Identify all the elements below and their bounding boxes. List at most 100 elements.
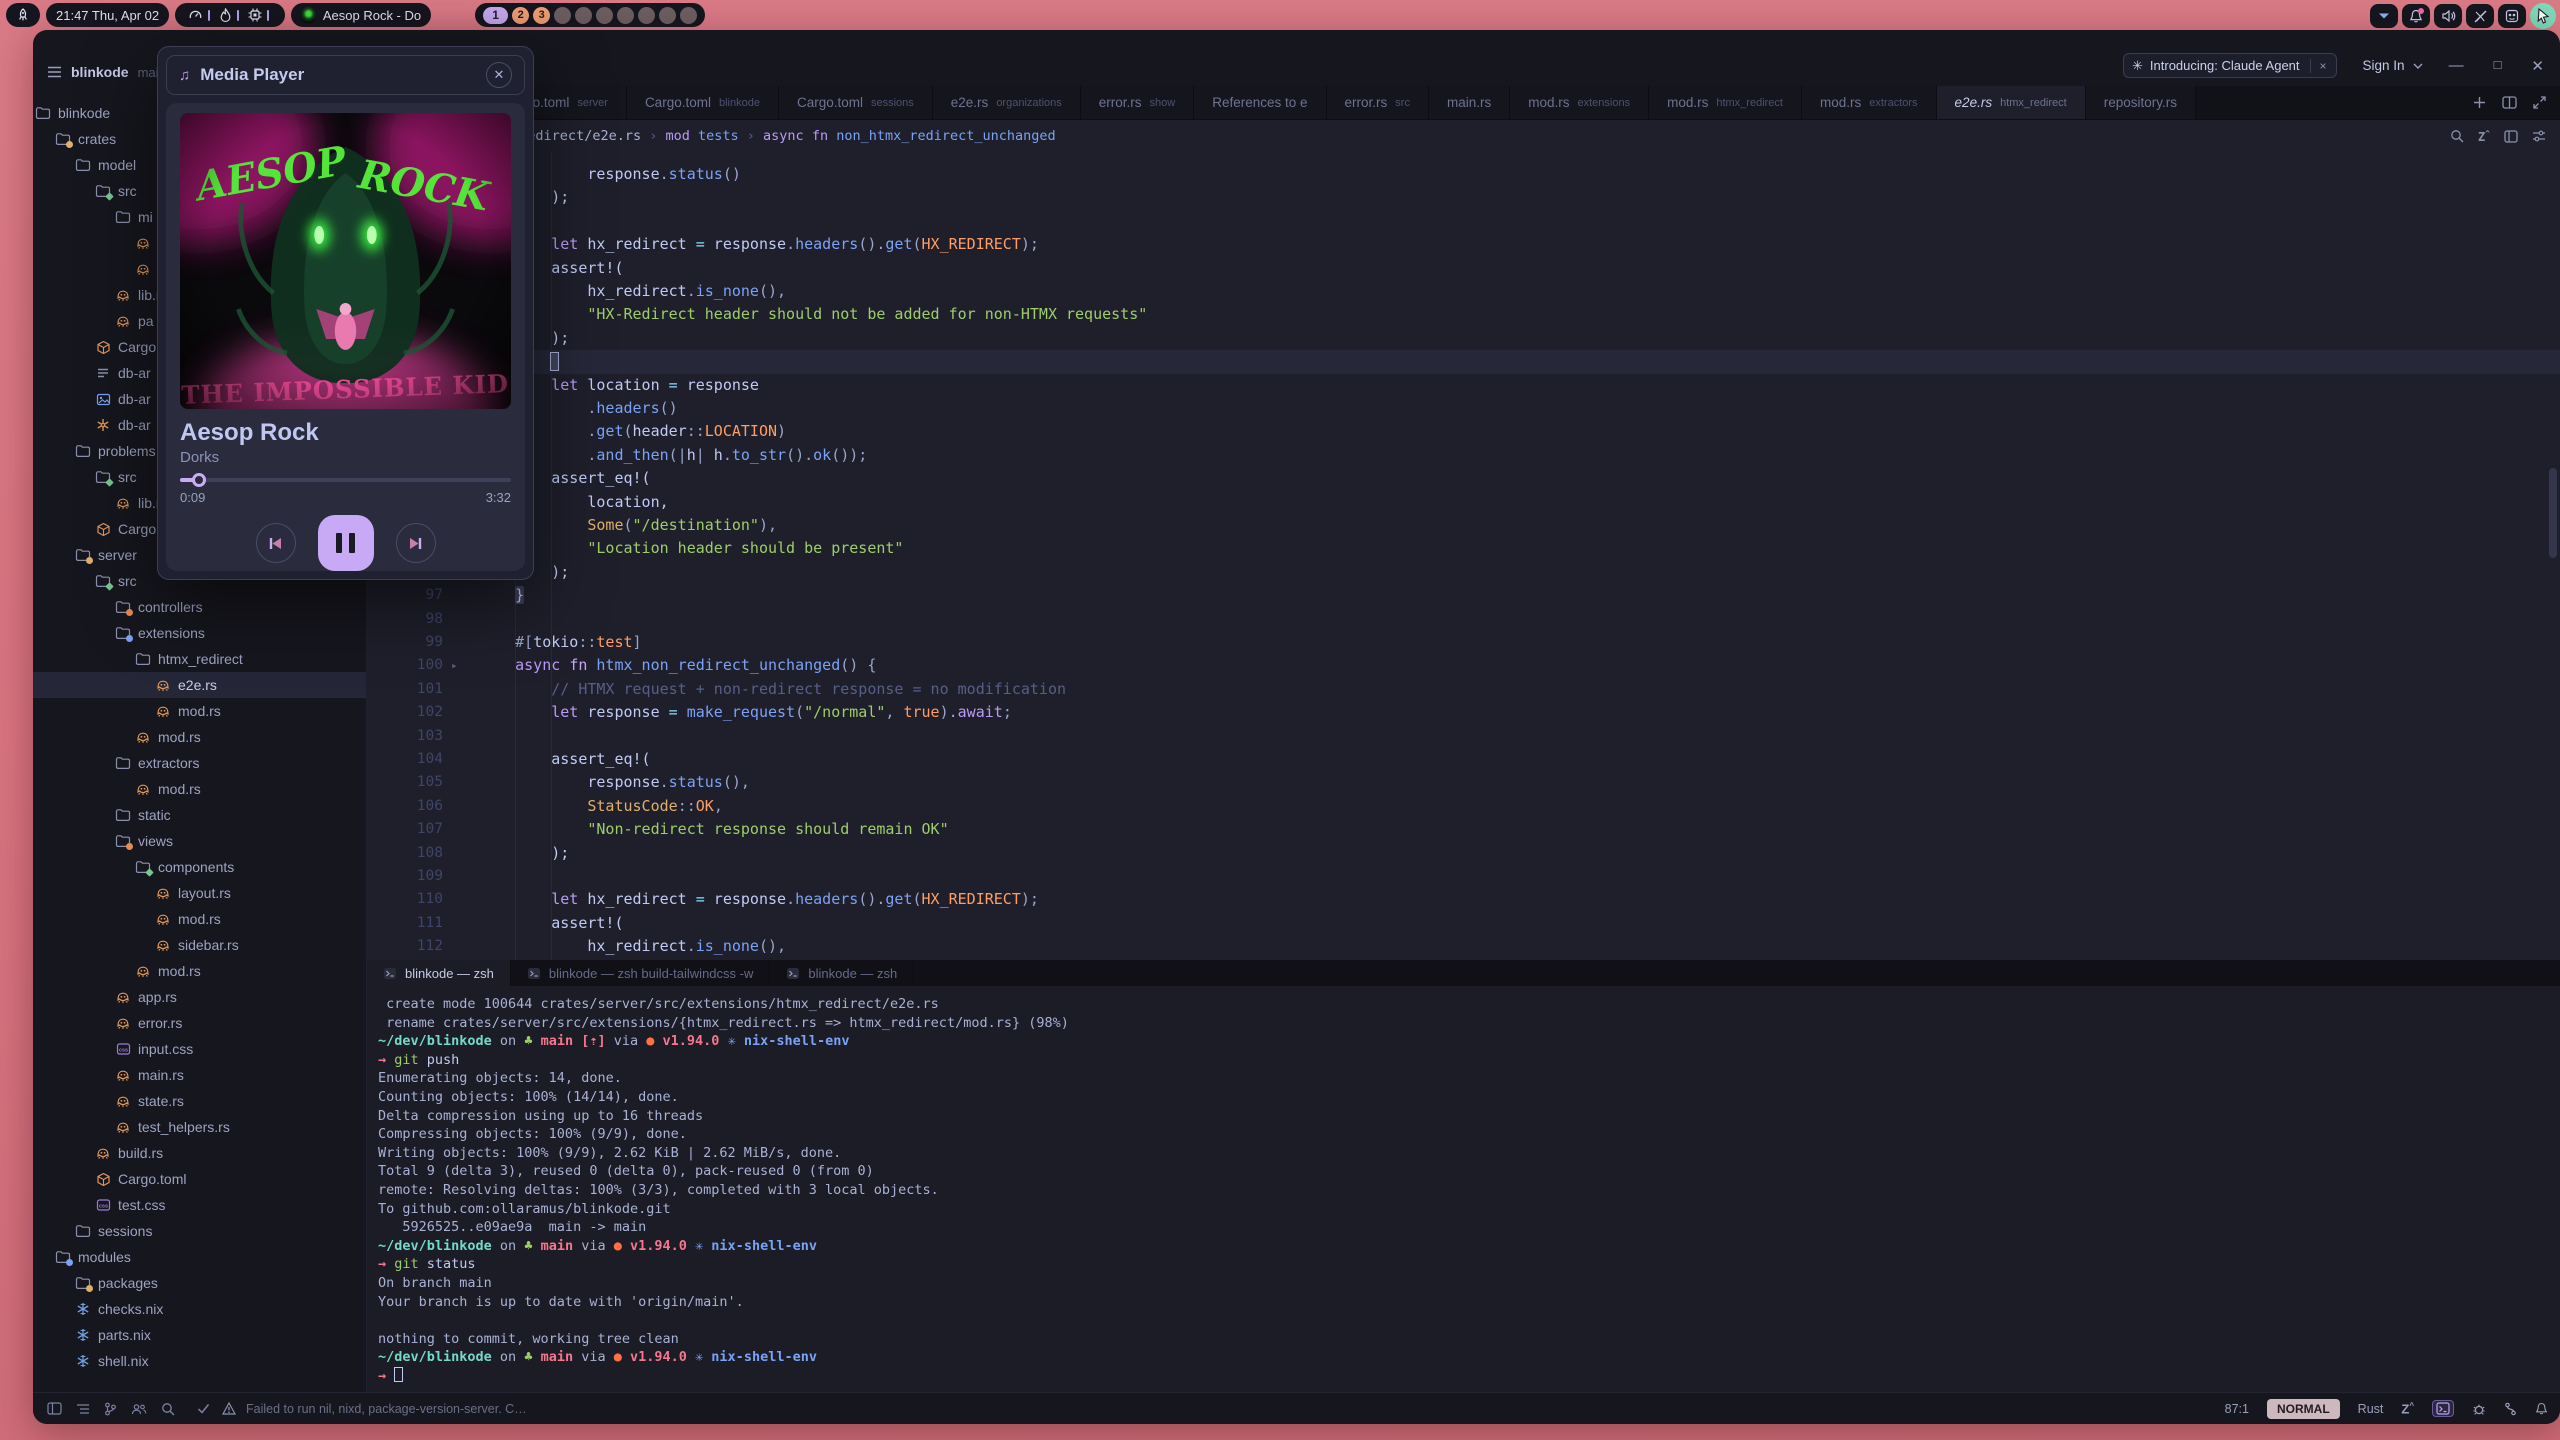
maximize-button[interactable]: □ [2494,57,2502,75]
tree-item-mod.rs[interactable]: mod.rs [33,724,366,750]
tree-item-error.rs[interactable]: error.rs [33,1010,366,1036]
tree-item-mod.rs[interactable]: mod.rs [33,776,366,802]
sign-in-button[interactable]: Sign In [2363,58,2423,73]
git-panel-icon[interactable] [104,1402,117,1416]
project-panel-toggle-icon[interactable] [47,1402,62,1415]
tree-item-app.rs[interactable]: app.rs [33,984,366,1010]
workspace-empty[interactable] [659,7,676,24]
code-line-83[interactable]: 83 assert!( [367,257,2560,280]
tab-mod.rs[interactable]: mod.rsextensions [1510,86,1649,119]
tab-Cargo.toml[interactable]: Cargo.tomlsessions [779,86,933,119]
close-button[interactable]: ✕ [2531,57,2544,75]
minimize-button[interactable]: — [2449,57,2464,75]
tree-item-e2e.rs[interactable]: e2e.rs [33,672,366,698]
code-line-112[interactable]: 112 hx_redirect.is_none(), [367,935,2560,958]
code-line-99[interactable]: 99 #[tokio::test] [367,631,2560,654]
code-line-106[interactable]: 106 StatusCode::OK, [367,795,2560,818]
volume-button[interactable] [2434,4,2462,28]
media-widget[interactable]: Aesop Rock - Do [291,3,431,27]
code-line-93[interactable]: 93 location, [367,491,2560,514]
media-player-titlebar[interactable]: ♫ Media Player ✕ [166,55,525,95]
editor-settings-icon[interactable] [2532,130,2546,142]
workspace-empty[interactable] [680,7,697,24]
code-line-94[interactable]: 94 Some("/destination"), [367,514,2560,537]
fold-arrow-icon[interactable]: ▸ [451,654,458,677]
tree-item-shell.nix[interactable]: shell.nix [33,1348,366,1374]
terminal-tab[interactable]: blinkode — zsh [770,960,914,986]
workspace-empty[interactable] [554,7,571,24]
status-avatar[interactable] [2530,3,2556,29]
notifications-button[interactable] [2402,4,2430,28]
workspace-2[interactable]: 2 [512,7,529,24]
code-line-84[interactable]: 84 hx_redirect.is_none(), [367,280,2560,303]
tree-item-Cargo.toml[interactable]: Cargo.toml [33,1166,366,1192]
tree-item-packages[interactable]: packages [33,1270,366,1296]
media-player-close-button[interactable]: ✕ [486,62,512,88]
git-status-icon[interactable] [2504,1402,2517,1416]
code-line-97[interactable]: 97 } [367,584,2560,607]
tree-item-state.rs[interactable]: state.rs [33,1088,366,1114]
split-pane-button[interactable] [2502,96,2517,109]
tree-item-extractors[interactable]: extractors [33,750,366,776]
cursor-position[interactable]: 87:1 [2225,1402,2249,1416]
code-line-90[interactable]: 90 .get(header::LOCATION) [367,420,2560,443]
status-message[interactable]: Failed to run nil, nixd, package-version… [246,1402,527,1416]
tree-item-mod.rs[interactable]: mod.rs [33,698,366,724]
clock-widget[interactable]: 21:47 Thu, Apr 02 [46,3,169,27]
seek-bar[interactable] [180,478,511,482]
tree-item-components[interactable]: components [33,854,366,880]
code-editor[interactable]: 79 response.status()80 );8182 let hx_red… [367,152,2560,960]
tree-item-views[interactable]: views [33,828,366,854]
terminal[interactable]: create mode 100644 crates/server/src/ext… [367,986,2560,1392]
terminal-panel-toggle-icon[interactable] [2432,1400,2454,1417]
code-line-91[interactable]: 91 .and_then(|h| h.to_str().ok()); [367,444,2560,467]
tab-error.rs[interactable]: error.rsshow [1081,86,1194,119]
code-line-86[interactable]: 86 ); [367,327,2560,350]
code-line-102[interactable]: 102 let response = make_request("/normal… [367,701,2560,724]
tree-item-sessions[interactable]: sessions [33,1218,366,1244]
code-line-101[interactable]: 101 // HTMX request + non-redirect respo… [367,678,2560,701]
code-line-95[interactable]: 95 "Location header should be present" [367,537,2560,560]
tray-expand-button[interactable] [2370,4,2398,28]
tree-item-parts.nix[interactable]: parts.nix [33,1322,366,1348]
code-line-109[interactable]: 109 [367,865,2560,888]
code-line-107[interactable]: 107 "Non-redirect response should remain… [367,818,2560,841]
tree-item-htmx_redirect[interactable]: htmx_redirect [33,646,366,672]
code-line-96[interactable]: 96 ); [367,561,2560,584]
pause-button[interactable] [318,515,374,571]
tab-e2e.rs[interactable]: e2e.rsorganizations [933,86,1081,119]
code-line-89[interactable]: 89 .headers() [367,397,2560,420]
promo-banner[interactable]: ✳Introducing: Claude Agent × [2123,53,2337,78]
terminal-tab[interactable]: blinkode — zsh build-tailwindcss -w [511,960,770,986]
code-line-98[interactable]: 98 [367,608,2560,631]
workspace-empty[interactable] [575,7,592,24]
tree-item-checks.nix[interactable]: checks.nix [33,1296,366,1322]
workspace-3[interactable]: 3 [533,7,550,24]
code-line-81[interactable]: 81 [367,210,2560,233]
tab-mod.rs[interactable]: mod.rsextractors [1802,86,1937,119]
tree-item-static[interactable]: static [33,802,366,828]
tree-item-main.rs[interactable]: main.rs [33,1062,366,1088]
workspace-empty[interactable] [638,7,655,24]
code-line-111[interactable]: 111 assert!( [367,912,2560,935]
code-line-82[interactable]: 82 let hx_redirect = response.headers().… [367,233,2560,256]
code-line-92[interactable]: 92 assert_eq!( [367,467,2560,490]
code-line-100[interactable]: 100▸ async fn htmx_non_redirect_unchange… [367,654,2560,677]
code-line-80[interactable]: 80 ); [367,186,2560,209]
tab-main.rs[interactable]: main.rs [1429,86,1510,119]
code-line-88[interactable]: 88 let location = response [367,374,2560,397]
code-line-85[interactable]: 85 "HX-Redirect header should not be add… [367,303,2560,326]
tray-app-button[interactable] [2498,4,2526,28]
inlay-toggle-icon[interactable] [2504,130,2518,143]
breadcrumb-bar[interactable]: /extensions/htmx_redirect/e2e.rs › mod t… [367,120,2560,152]
workspace-empty[interactable] [596,7,613,24]
tree-item-sidebar.rs[interactable]: sidebar.rs [33,932,366,958]
media-player-window[interactable]: ♫ Media Player ✕ [157,46,534,580]
seek-thumb[interactable] [192,473,206,487]
system-monitor-widget[interactable] [175,3,285,27]
collab-panel-icon[interactable] [131,1403,147,1415]
code-line-108[interactable]: 108 ); [367,842,2560,865]
tree-item-mod.rs[interactable]: mod.rs [33,906,366,932]
tree-item-build.rs[interactable]: build.rs [33,1140,366,1166]
tree-item-modules[interactable]: modules [33,1244,366,1270]
